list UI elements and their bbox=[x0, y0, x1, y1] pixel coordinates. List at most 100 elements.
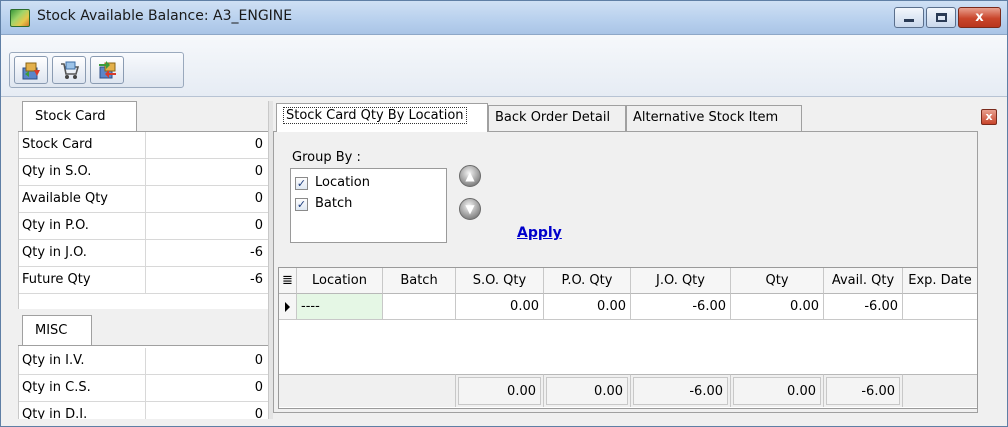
row-indicator-icon[interactable] bbox=[279, 294, 297, 320]
cart-button[interactable] bbox=[52, 56, 86, 84]
row-label: Qty in I.V. bbox=[22, 353, 85, 368]
maximize-button[interactable] bbox=[926, 7, 956, 28]
app-icon bbox=[10, 9, 30, 27]
cart-icon bbox=[61, 61, 80, 79]
footer-total: 0.00 bbox=[458, 377, 541, 405]
row-label: Available Qty bbox=[22, 191, 108, 206]
list-item: Qty in S.O. 0 bbox=[19, 159, 269, 186]
row-label: Qty in C.S. bbox=[22, 380, 91, 395]
grid-footer-cell: -6.00 bbox=[631, 374, 731, 407]
column-header[interactable]: Qty bbox=[731, 268, 824, 294]
grid-cell[interactable]: -6.00 bbox=[824, 294, 903, 320]
checkbox-checked-icon[interactable]: ✓ bbox=[295, 198, 308, 211]
row-value: 0 bbox=[254, 353, 263, 368]
row-value: 0 bbox=[254, 137, 263, 152]
grid-footer-spacer bbox=[279, 374, 456, 407]
column-header[interactable]: Location bbox=[297, 268, 383, 294]
row-value: -6 bbox=[250, 272, 263, 287]
column-header[interactable]: Avail. Qty bbox=[824, 268, 903, 294]
tab-stock-card-qty-by-location[interactable]: Stock Card Qty By Location bbox=[276, 103, 488, 132]
grid-cell[interactable] bbox=[383, 294, 456, 320]
minimize-button[interactable] bbox=[894, 7, 924, 28]
toolbar bbox=[1, 35, 1007, 97]
list-item: Qty in P.O. 0 bbox=[19, 213, 269, 240]
tab-content: Group By : ✓ Location ✓ Batch ▲ ▼ Apply bbox=[273, 132, 978, 413]
left-panel: Stock Card Stock Card 0 Qty in S.O. 0 Av… bbox=[18, 101, 269, 419]
group-by-label: Group By : bbox=[292, 150, 361, 165]
row-label: Qty in J.O. bbox=[22, 245, 87, 260]
transfer-icon bbox=[99, 61, 116, 79]
list-item: Stock Card 0 bbox=[19, 132, 269, 159]
footer-total: -6.00 bbox=[633, 377, 728, 405]
misc-list: Qty in I.V. 0 Qty in C.S. 0 Qty in D.I. … bbox=[18, 346, 268, 419]
arrow-down-icon: ▼ bbox=[465, 202, 475, 216]
grid-cell[interactable]: 0.00 bbox=[544, 294, 631, 320]
checkbox-checked-icon[interactable]: ✓ bbox=[295, 177, 308, 190]
toolbar-group bbox=[9, 52, 184, 88]
grid-cell[interactable] bbox=[903, 294, 977, 320]
close-button[interactable]: x bbox=[958, 7, 1001, 28]
stock-balance-window: Stock Available Balance: A3_ENGINE x Sto… bbox=[0, 0, 1008, 427]
stock-card-list: Stock Card 0 Qty in S.O. 0 Available Qty… bbox=[18, 132, 269, 309]
grid-footer-cell: 0.00 bbox=[544, 374, 631, 407]
row-value: -6 bbox=[250, 245, 263, 260]
row-label: Future Qty bbox=[22, 272, 91, 287]
tab-alternative-stock-item[interactable]: Alternative Stock Item bbox=[626, 105, 802, 131]
footer-total: -6.00 bbox=[826, 377, 900, 405]
title-bar[interactable]: Stock Available Balance: A3_ENGINE x bbox=[1, 1, 1007, 35]
close-icon: x bbox=[975, 10, 984, 25]
tab-misc[interactable]: MISC bbox=[22, 315, 92, 345]
row-label: Qty in D.I. bbox=[22, 407, 88, 419]
close-panel-button[interactable]: x bbox=[981, 109, 997, 125]
option-label: Location bbox=[315, 175, 370, 190]
minimize-icon bbox=[904, 19, 914, 22]
grid-cell[interactable]: 0.00 bbox=[456, 294, 544, 320]
list-item: Qty in J.O. -6 bbox=[19, 240, 269, 267]
transfer-button[interactable] bbox=[90, 56, 124, 84]
location-grid: ≣ Location Batch S.O. Qty P.O. Qty J.O. … bbox=[278, 267, 978, 409]
grid-footer-cell: -6.00 bbox=[824, 374, 903, 407]
arrow-up-icon: ▲ bbox=[465, 169, 475, 183]
grid-menu-icon[interactable]: ≣ bbox=[279, 268, 297, 294]
list-item: Qty in C.S. 0 bbox=[19, 375, 268, 402]
row-label: Qty in S.O. bbox=[22, 164, 92, 179]
grid-cell[interactable]: 0.00 bbox=[731, 294, 824, 320]
column-header[interactable]: P.O. Qty bbox=[544, 268, 631, 294]
list-item: Qty in D.I. 0 bbox=[19, 402, 268, 419]
move-up-button[interactable]: ▲ bbox=[459, 165, 481, 187]
tab-label: Stock Card Qty By Location bbox=[283, 107, 467, 124]
grid-footer-cell: 0.00 bbox=[731, 374, 824, 407]
close-icon: x bbox=[985, 110, 993, 123]
grid-footer-cell: 0.00 bbox=[456, 374, 544, 407]
apply-link[interactable]: Apply bbox=[517, 225, 562, 241]
row-label: Stock Card bbox=[22, 137, 93, 152]
stock-in-out-icon bbox=[22, 62, 40, 80]
footer-total: 0.00 bbox=[733, 377, 821, 405]
list-item: Available Qty 0 bbox=[19, 186, 269, 213]
row-value: 0 bbox=[254, 380, 263, 395]
row-label: Qty in P.O. bbox=[22, 218, 89, 233]
row-value: 0 bbox=[254, 407, 263, 419]
option-label: Batch bbox=[315, 196, 353, 211]
row-value: 0 bbox=[254, 218, 263, 233]
row-value: 0 bbox=[254, 164, 263, 179]
column-header[interactable]: Batch bbox=[383, 268, 456, 294]
group-by-list: ✓ Location ✓ Batch bbox=[290, 168, 447, 243]
footer-total: 0.00 bbox=[546, 377, 628, 405]
column-header[interactable]: Exp. Date bbox=[903, 268, 977, 294]
stock-in-out-button[interactable] bbox=[14, 56, 48, 84]
grid-cell[interactable]: -6.00 bbox=[631, 294, 731, 320]
list-item: Qty in I.V. 0 bbox=[19, 348, 268, 375]
window-title: Stock Available Balance: A3_ENGINE bbox=[37, 8, 293, 24]
grid-footer-cell bbox=[903, 374, 977, 407]
right-panel: Stock Card Qty By Location Back Order De… bbox=[273, 101, 999, 419]
tab-stock-card[interactable]: Stock Card bbox=[22, 101, 137, 131]
row-value: 0 bbox=[254, 191, 263, 206]
column-header[interactable]: J.O. Qty bbox=[631, 268, 731, 294]
move-down-button[interactable]: ▼ bbox=[459, 198, 481, 220]
maximize-icon bbox=[935, 13, 947, 22]
list-item: Future Qty -6 bbox=[19, 267, 269, 294]
tab-back-order-detail[interactable]: Back Order Detail bbox=[488, 105, 626, 131]
grid-cell[interactable]: ---- bbox=[297, 294, 383, 320]
column-header[interactable]: S.O. Qty bbox=[456, 268, 544, 294]
